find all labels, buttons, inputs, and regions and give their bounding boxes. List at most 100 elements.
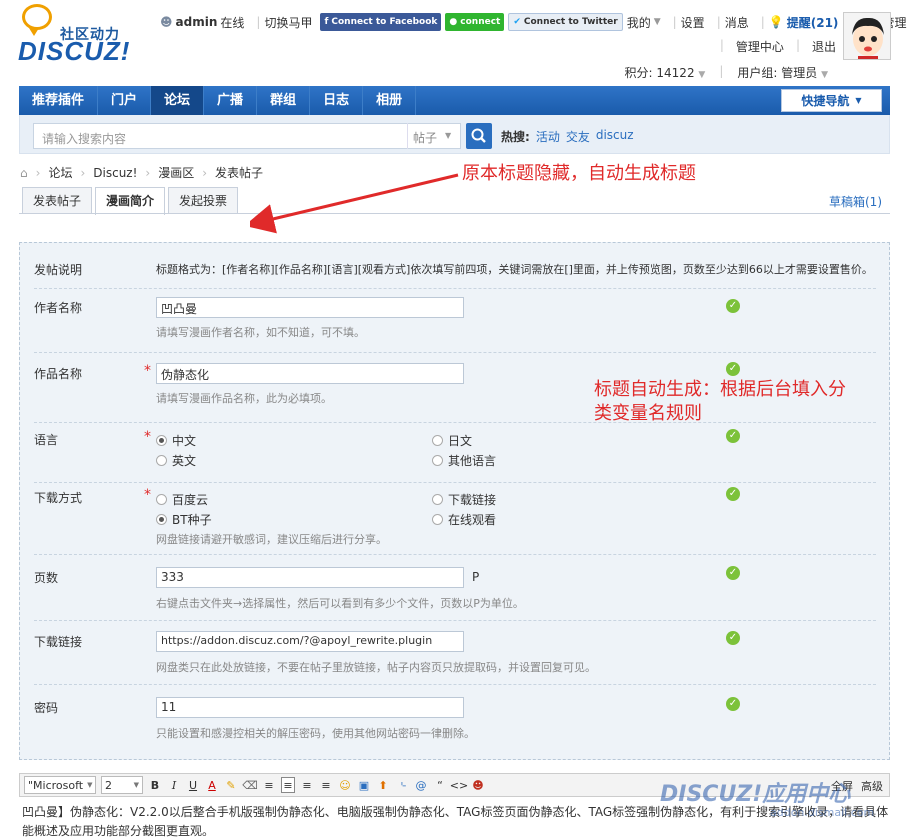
font-family-select[interactable]: "Microsoft ▼	[24, 776, 96, 794]
required-mark: *	[144, 429, 151, 445]
field-tip: 右键点击文件夹→选择属性，然后可以看到有多少个文件，页数以P为单位。	[156, 597, 524, 610]
mention-icon[interactable]: @	[414, 777, 428, 793]
nav-item-groups[interactable]: 群组	[257, 86, 311, 115]
nav-item-blog[interactable]: 日志	[310, 86, 364, 115]
radio-other-language[interactable]: 其他语言	[432, 452, 496, 469]
admin-links: | 管理中心 | 退出	[719, 38, 836, 55]
radio-japanese[interactable]: 日文	[432, 432, 472, 449]
image-icon[interactable]: ▣	[357, 777, 371, 793]
check-icon: ✓	[726, 697, 740, 711]
radio-english[interactable]: 英文	[156, 452, 196, 469]
chevron-down-icon: ▼	[698, 70, 706, 80]
site-logo[interactable]: 社区动力 DISCUZ!	[16, 4, 141, 66]
font-size-select[interactable]: 2 ▼	[101, 776, 143, 794]
underline-icon[interactable]: U	[186, 777, 200, 793]
hot-link[interactable]: 活动	[536, 128, 560, 145]
user-icon: ☻	[160, 15, 173, 29]
check-icon: ✓	[726, 362, 740, 376]
quote-icon[interactable]: “	[433, 777, 447, 793]
chevron-down-icon: ▼	[653, 17, 661, 27]
chevron-down-icon: ▼	[87, 781, 93, 789]
usergroup-menu[interactable]: 用户组: 管理员 ▼	[737, 64, 828, 81]
tab-poll[interactable]: 发起投票	[168, 187, 239, 214]
draft-box-link[interactable]: 草稿箱(1)	[829, 193, 882, 210]
attachment-icon[interactable]: ⌎	[395, 777, 409, 793]
align-left-icon[interactable]: ≡	[262, 777, 276, 793]
twitter-connect-button[interactable]: ✔ Connect to Twitter	[508, 13, 623, 31]
user-icon[interactable]: ☻	[471, 777, 485, 793]
search-bar: 请输入搜索内容 帖子 ▼ 热搜: 活动 交友 discuz	[19, 115, 890, 154]
description-text: 标题格式为：[作者名称][作品名称][语言][观看方式]依次填写前四项，关键词需…	[156, 263, 873, 276]
field-label: 作品名称	[34, 367, 83, 381]
admin-center-link[interactable]: 管理中心	[736, 38, 784, 55]
radio-bt-torrent[interactable]: BT种子	[156, 511, 212, 528]
editor-content[interactable]: 凹凸曼】伪静态化：V2.2.0以后整合手机版强制伪静态化、电脑版强制伪静态化、T…	[22, 803, 888, 839]
radio-baidu-cloud[interactable]: 百度云	[156, 491, 208, 508]
reminder-link[interactable]: 💡 提醒(21)	[769, 14, 839, 31]
field-tip: 只能设置和感漫控相关的解压密码，使用其他网站密码一律删除。	[156, 727, 475, 740]
twitter-icon: ✔	[513, 17, 521, 27]
italic-icon[interactable]: I	[167, 777, 181, 793]
username: admin	[175, 15, 218, 29]
highlight-icon[interactable]: ✎	[224, 777, 238, 793]
search-type-select[interactable]: 帖子 ▼	[407, 123, 461, 149]
logo-bubble-icon	[22, 4, 52, 36]
tab-comic-intro[interactable]: 漫画简介	[95, 187, 166, 215]
author-input[interactable]: 凹凸曼	[156, 297, 464, 318]
avatar[interactable]	[843, 12, 891, 60]
tab-post[interactable]: 发表帖子	[22, 187, 93, 214]
check-icon: ✓	[726, 566, 740, 580]
line-connect-button[interactable]: ● connect	[445, 13, 505, 31]
align-center-icon[interactable]: ≡	[281, 777, 295, 793]
upload-icon[interactable]: ⬆	[376, 777, 390, 793]
hot-label: 热搜:	[501, 130, 530, 144]
nav-item-plugins[interactable]: 推荐插件	[19, 86, 99, 115]
avatar-image	[844, 13, 890, 59]
field-label: 语言	[34, 433, 59, 447]
breadcrumb-item[interactable]: Discuz!	[93, 166, 137, 180]
messages-link[interactable]: 消息	[725, 14, 749, 31]
check-icon: ✓	[726, 631, 740, 645]
logout-link[interactable]: 退出	[812, 38, 836, 55]
code-icon[interactable]: <>	[450, 777, 468, 793]
user-link[interactable]: ☻ admin 在线	[160, 14, 244, 31]
my-menu[interactable]: 我的 ▼	[627, 14, 661, 31]
nav-item-album[interactable]: 相册	[363, 86, 417, 115]
field-tip: 网盘类只在此处放链接，不要在帖子里放链接，帖子内容页只放提取码，并设置回复可见。	[156, 661, 596, 674]
hot-link[interactable]: discuz	[596, 128, 634, 145]
search-button[interactable]	[466, 123, 492, 149]
form-row-password: 密码 11 只能设置和感漫控相关的解压密码，使用其他网站密码一律删除。 ✓	[34, 685, 876, 749]
pages-input[interactable]: 333	[156, 567, 464, 588]
switch-account-link[interactable]: 切换马甲	[264, 14, 312, 31]
pages-unit: P	[472, 570, 480, 584]
radio-online-view[interactable]: 在线观看	[432, 511, 496, 528]
align-right-icon[interactable]: ≡	[300, 777, 314, 793]
field-label: 密码	[34, 701, 59, 715]
link-input[interactable]: https://addon.discuz.com/?@apoyl_rewrite…	[156, 631, 464, 652]
justify-icon[interactable]: ≡	[319, 777, 333, 793]
nav-item-forum[interactable]: 论坛	[151, 86, 205, 115]
password-input[interactable]: 11	[156, 697, 464, 718]
breadcrumb-item[interactable]: 论坛	[48, 164, 72, 181]
hot-link[interactable]: 交友	[566, 128, 590, 145]
top-user-bar: ☻ admin 在线 | 切换马甲 f Connect to Facebook ● co…	[160, 8, 910, 36]
work-input[interactable]: 伪静态化	[156, 363, 464, 384]
remove-format-icon[interactable]: ⌫	[242, 777, 258, 793]
advanced-link[interactable]: 高级	[861, 778, 883, 794]
nav-item-broadcast[interactable]: 广播	[204, 86, 258, 115]
bold-icon[interactable]: B	[148, 777, 162, 793]
settings-link[interactable]: 设置	[681, 14, 705, 31]
breadcrumb-item[interactable]: 漫画区	[158, 164, 194, 181]
line-icon: ●	[449, 17, 458, 27]
quick-nav-button[interactable]: 快捷导航 ▼	[781, 89, 882, 112]
nav-item-portal[interactable]: 门户	[98, 86, 152, 115]
facebook-connect-button[interactable]: f Connect to Facebook	[320, 13, 442, 31]
radio-download-link[interactable]: 下载链接	[432, 491, 496, 508]
home-icon[interactable]: ⌂	[20, 166, 28, 180]
emoji-icon[interactable]: ☺	[338, 777, 352, 793]
search-input[interactable]: 请输入搜索内容	[33, 123, 461, 149]
points-menu[interactable]: 积分: 14122 ▼	[625, 64, 706, 81]
font-color-icon[interactable]: A	[205, 777, 219, 793]
radio-chinese[interactable]: 中文	[156, 432, 196, 449]
check-icon: ✓	[726, 487, 740, 501]
